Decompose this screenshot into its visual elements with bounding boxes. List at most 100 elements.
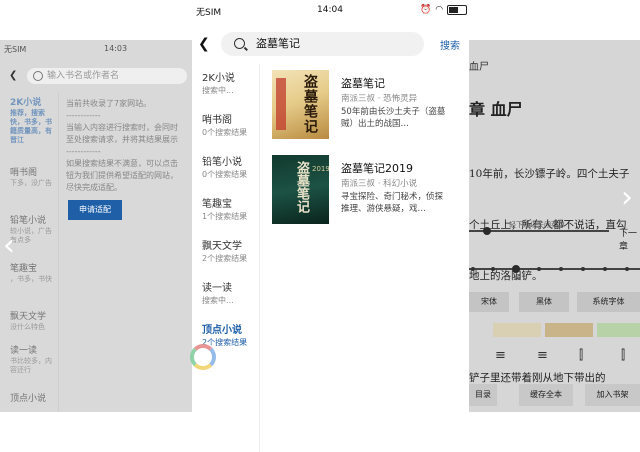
- source-status: 0个搜索结果: [202, 170, 248, 179]
- source-item-piaotian[interactable]: 飘天文学 2个搜索结果: [202, 240, 259, 264]
- result-item[interactable]: 盗墓笔记 2019 盗墓笔记2019 南派三叔 · 科幻小说 寻宝探险、奇门秘术…: [272, 155, 462, 225]
- left-info-line: 当前共收录了7家网站。: [66, 99, 152, 108]
- source-name: 飘天文学: [202, 241, 242, 252]
- left-sidebar-item: 顶点小说: [10, 394, 46, 405]
- source-name: 2K小说: [202, 73, 235, 84]
- left-sidebar-item-sub: 推荐，搜索快，书多，书籍质量高，有晋江: [10, 109, 52, 144]
- left-sidebar-item: 哨书阁 下多，没广告: [10, 168, 56, 188]
- carousel-next-icon[interactable]: ›: [621, 180, 633, 215]
- status-icons: ⏰ ◠: [420, 5, 468, 15]
- source-status: 2个搜索结果: [202, 254, 248, 263]
- left-sidebar-item: 2K小说 推荐，搜索快，书多，书籍质量高，有晋江: [10, 98, 56, 145]
- result-title: 盗墓笔记2019: [341, 162, 413, 175]
- search-button[interactable]: 搜索: [440, 37, 460, 52]
- right-next-chapter: 下一章: [619, 229, 638, 252]
- source-name: 笔趣宝: [202, 199, 232, 210]
- right-fontsize-knob: [512, 265, 520, 273]
- left-sidebar-item-sub: ，书多，书快: [10, 275, 52, 283]
- search-input[interactable]: 盗墓笔记: [221, 32, 424, 56]
- right-theme-swatch: [545, 323, 593, 337]
- carousel-prev-icon[interactable]: ‹: [3, 228, 15, 263]
- margin-spacing-icon: ⫿: [621, 348, 626, 363]
- source-item-dingdian[interactable]: 顶点小说 2个搜索结果: [202, 324, 259, 348]
- background-right-screen: 血尸 章 血尸 10年前，长沙镖子岭。四个土夫子 个土丘上，所有人都不说话，直勾…: [469, 40, 640, 412]
- left-search-placeholder: 输入书名或作者名: [47, 71, 120, 81]
- left-sidebar-item-sub: 较小说，广告有点多: [10, 227, 52, 244]
- battery-icon: [447, 5, 468, 15]
- loading-spinner-icon: [190, 344, 216, 370]
- right-font-option: 宋体: [469, 292, 509, 312]
- right-chapter-body: 10年前，长沙镖子岭。四个土夫子 个土丘上，所有人都不说话，直勾 地上的洛阳铲。…: [469, 132, 640, 412]
- book-cover: 盗墓笔记: [272, 70, 329, 139]
- source-list: 2K小说 搜索中... 哨书阁 0个搜索结果 铅笔小说 0个搜索结果 笔趣宝 1…: [190, 64, 260, 452]
- right-fontsize-value: 16: [513, 275, 521, 282]
- source-item-duyidu[interactable]: 读一读 搜索中...: [202, 282, 259, 306]
- result-item[interactable]: 盗墓笔记 盗墓笔记 南派三叔 · 恐怖灵异 50年前由长沙土夫子（盗墓贼）出土的…: [272, 70, 462, 140]
- right-font-option: 黑体: [519, 292, 569, 312]
- left-sidebar-item-name: 哨书阁: [10, 168, 38, 178]
- left-sidebar-item-name: 顶点小说: [10, 394, 47, 404]
- left-sidebar-item-sub: 书比较多，内容还行: [10, 357, 52, 374]
- source-name: 顶点小说: [202, 325, 242, 336]
- left-info-line: 当输入内容进行搜索时，会同时: [66, 123, 178, 132]
- left-info-line: 尽快完成适配。: [66, 183, 122, 192]
- right-body-line: 地上的洛阳铲。: [469, 270, 543, 282]
- right-theme-swatch: [597, 323, 640, 337]
- source-item-qianbi[interactable]: 铅笔小说 0个搜索结果: [202, 156, 259, 180]
- left-sidebar-item-name: 飘天文学: [10, 312, 47, 322]
- right-close-menu-hint: 轻下滑以关闭菜单: [509, 221, 565, 229]
- right-add-shelf-button: 加入书架: [585, 384, 640, 406]
- right-chapter-progress-knob: [483, 227, 491, 235]
- result-meta: 南派三叔 · 恐怖灵异: [341, 94, 418, 104]
- book-cover: 盗墓笔记 2019: [272, 155, 329, 224]
- left-sidebar-item: 笔趣宝 ，书多，书快: [10, 264, 56, 284]
- right-chapter-title: 章 血尸: [469, 100, 523, 119]
- left-back-icon: ❮: [9, 70, 18, 81]
- left-sidebar-item-name: 2K小说: [10, 98, 42, 108]
- left-search-icon: [33, 71, 43, 81]
- source-item-2k[interactable]: 2K小说 搜索中...: [202, 72, 259, 96]
- status-bar: 无SIM 14:04 ⏰ ◠: [192, 0, 469, 20]
- right-top-title: 血尸: [469, 62, 489, 73]
- left-sidebar-item: 读一读 书比较多，内容还行: [10, 346, 56, 375]
- book-cover-title: 盗墓笔记: [302, 74, 318, 134]
- source-item-biqubao[interactable]: 笔趣宝 1个搜索结果: [202, 198, 259, 222]
- source-name: 哨书阁: [202, 115, 232, 126]
- left-info-line: ------------: [66, 111, 101, 120]
- result-description: 寻宝探险、奇门秘术，侦探推理、游侠悬疑，戏…: [341, 192, 444, 214]
- search-icon: [234, 38, 245, 49]
- right-theme-swatch: [493, 323, 541, 337]
- status-clock: 14:04: [317, 5, 343, 15]
- left-sidebar-item: 飘天文学 没什么特色: [10, 312, 56, 332]
- left-sidebar-item-sub: 没什么特色: [10, 323, 45, 331]
- left-info-line: 如果搜索结果不满意，可以点击: [66, 159, 178, 168]
- line-spacing-increase-icon: ≡: [537, 348, 548, 363]
- book-cover-title: 盗墓笔记: [294, 161, 309, 213]
- source-name: 铅笔小说: [202, 157, 242, 168]
- source-item-shaoshuge[interactable]: 哨书阁 0个搜索结果: [202, 114, 259, 138]
- back-icon[interactable]: ❮: [198, 34, 214, 54]
- left-info-line: ------------: [66, 147, 101, 156]
- right-cache-all-button: 缓存全本: [519, 384, 573, 406]
- background-left-screen: 无SIM 14:03 ❮ 输入书名或作者名 2K小说 推荐，搜索快，书多，书籍质…: [0, 40, 192, 412]
- source-name: 读一读: [202, 283, 232, 294]
- left-sidebar-item-name: 读一读: [10, 346, 38, 356]
- source-status: 搜索中...: [202, 296, 234, 305]
- carrier-text: 无SIM: [196, 8, 222, 18]
- left-search-box: 输入书名或作者名: [27, 68, 187, 84]
- left-info-panel: 当前共收录了7家网站。 ------------ 当输入内容进行搜索时，会同时 …: [66, 98, 192, 194]
- right-font-option: 系统字体: [577, 292, 640, 312]
- source-status: 搜索中...: [202, 86, 234, 95]
- right-toc-button: 目录: [469, 384, 497, 406]
- paragraph-spacing-icon: ⫿: [579, 348, 584, 363]
- left-sidebar-item: 铅笔小说 较小说，广告有点多: [10, 216, 56, 245]
- source-status: 1个搜索结果: [202, 212, 248, 221]
- book-cover-year: 2019: [312, 165, 329, 173]
- line-spacing-decrease-icon: ≡: [495, 348, 506, 363]
- result-description: 50年前由长沙土夫子（盗墓贼）出土的战国…: [341, 107, 446, 129]
- left-clock-text: 14:03: [104, 44, 128, 53]
- result-meta: 南派三叔 · 科幻小说: [341, 179, 418, 189]
- alarm-icon: ⏰: [420, 5, 432, 15]
- search-query-text: 盗墓笔记: [256, 37, 300, 50]
- right-body-line: 10年前，长沙镖子岭。四个土夫子: [469, 168, 630, 180]
